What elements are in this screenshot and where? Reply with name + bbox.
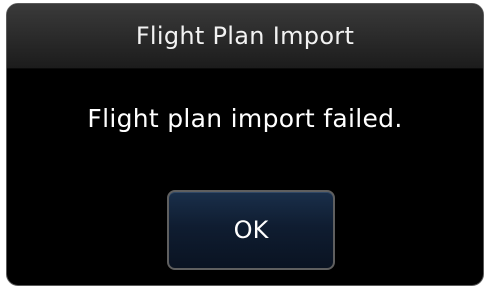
error-message: Flight plan import failed. (87, 104, 403, 133)
dialog-title: Flight Plan Import (135, 22, 355, 50)
ok-button-label: OK (233, 216, 269, 244)
import-error-dialog: Flight Plan Import Flight plan import fa… (6, 3, 484, 286)
ok-button[interactable]: OK (167, 190, 335, 270)
dialog-title-bar: Flight Plan Import (7, 4, 483, 69)
